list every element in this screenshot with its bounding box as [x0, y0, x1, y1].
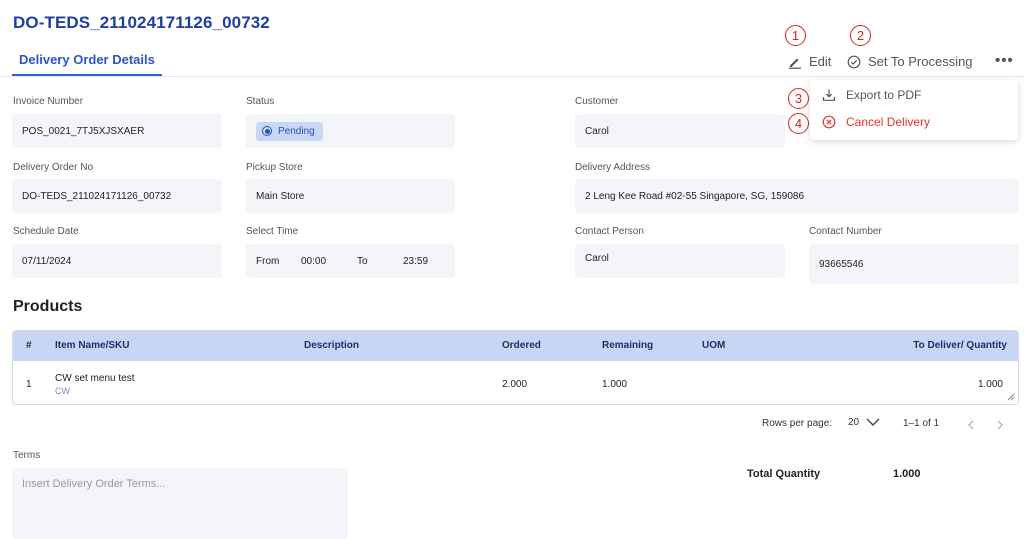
invoice-number-field[interactable]: POS_0021_7TJ5XJSXAER	[12, 114, 222, 148]
rows-per-page-label: Rows per page:	[762, 418, 833, 429]
delivery-address-label: Delivery Address	[575, 162, 651, 173]
invoice-number-value: POS_0021_7TJ5XJSXAER	[22, 125, 145, 137]
cancel-delivery-menu-item[interactable]: Cancel Delivery	[822, 115, 930, 129]
annotation-marker-4: 4	[788, 113, 809, 134]
column-header-ordered: Ordered	[502, 340, 541, 351]
terms-placeholder: Insert Delivery Order Terms...	[22, 478, 166, 490]
time-from-label: From	[256, 256, 280, 267]
terms-textarea[interactable]: Insert Delivery Order Terms...	[12, 468, 348, 539]
invoice-number-label: Invoice Number	[13, 96, 84, 107]
header-divider	[0, 76, 1024, 77]
delivery-address-field[interactable]: 2 Leng Kee Road #02-55 Singapore, SG, 15…	[575, 179, 1019, 213]
select-time-field[interactable]: From 00:00 To 23:59	[246, 244, 455, 278]
status-radio-icon	[262, 126, 272, 136]
contact-person-value: Carol	[585, 253, 609, 264]
total-quantity-value: 1.000	[893, 468, 921, 480]
to-deliver-quantity-input[interactable]: 1.000	[978, 379, 1003, 390]
annotation-marker-3: 3	[788, 88, 809, 109]
total-quantity-label: Total Quantity	[747, 468, 821, 480]
schedule-date-field[interactable]: 07/11/2024	[12, 244, 222, 278]
cancel-circle-icon	[822, 115, 836, 129]
contact-number-value: 93665546	[819, 258, 864, 270]
chevron-down-icon	[866, 418, 880, 426]
status-badge: Pending	[256, 121, 323, 141]
contact-person-label: Contact Person	[575, 226, 644, 237]
column-header-description: Description	[304, 340, 360, 351]
page-title: DO-TEDS_211024171126_00732	[13, 13, 270, 32]
column-header-item-name: Item Name/SKU	[55, 340, 130, 351]
row-item-sku: CW	[55, 386, 70, 396]
edit-label: Edit	[809, 54, 832, 69]
row-index: 1	[26, 379, 32, 390]
check-circle-icon	[847, 55, 861, 68]
rows-per-page-value: 20	[848, 416, 860, 428]
set-to-processing-button[interactable]: Set To Processing	[847, 54, 973, 69]
column-header-to-deliver: To Deliver/ Quantity	[913, 340, 1007, 351]
chevron-right-icon[interactable]	[996, 420, 1004, 430]
schedule-date-value: 07/11/2024	[22, 255, 72, 267]
rows-per-page-select[interactable]: 20	[848, 416, 881, 428]
set-to-processing-label: Set To Processing	[868, 54, 973, 69]
terms-label: Terms	[13, 450, 41, 461]
pickup-store-value: Main Store	[256, 190, 305, 202]
row-remaining: 1.000	[602, 379, 628, 390]
schedule-date-label: Schedule Date	[13, 226, 79, 237]
contact-person-field[interactable]: Carol	[575, 244, 785, 278]
row-ordered: 2.000	[502, 379, 528, 390]
column-header-uom: UOM	[702, 340, 726, 351]
delivery-order-no-field[interactable]: DO-TEDS_211024171126_00732	[12, 179, 222, 213]
annotation-marker-1: 1	[785, 25, 806, 46]
export-to-pdf-label: Export to PDF	[846, 88, 922, 102]
delivery-address-value: 2 Leng Kee Road #02-55 Singapore, SG, 15…	[585, 190, 805, 202]
resize-handle-icon[interactable]	[1007, 393, 1015, 401]
products-heading: Products	[13, 298, 83, 315]
customer-label: Customer	[575, 96, 619, 107]
time-from-value[interactable]: 00:00	[301, 256, 326, 267]
customer-field[interactable]: Carol	[575, 114, 785, 148]
status-field: Pending	[246, 114, 455, 148]
export-to-pdf-menu-item[interactable]: Export to PDF	[822, 88, 921, 102]
cancel-delivery-label: Cancel Delivery	[846, 115, 931, 129]
column-header-index: #	[26, 340, 32, 351]
products-table-header: # Item Name/SKU Description Ordered Rema…	[13, 331, 1018, 361]
row-item-name: CW set menu test	[55, 373, 135, 384]
customer-value: Carol	[585, 125, 609, 137]
time-to-label: To	[357, 256, 368, 267]
pagination-range: 1–1 of 1	[903, 418, 940, 429]
status-value: Pending	[278, 125, 315, 137]
more-options-icon[interactable]: •••	[995, 52, 1014, 69]
contact-number-field[interactable]: 93665546	[809, 244, 1019, 284]
more-options-menu: Export to PDF Cancel Delivery	[810, 80, 1018, 140]
pickup-store-label: Pickup Store	[246, 162, 303, 173]
status-label: Status	[246, 96, 275, 107]
contact-number-label: Contact Number	[809, 226, 882, 237]
delivery-order-no-value: DO-TEDS_211024171126_00732	[22, 190, 172, 202]
select-time-label: Select Time	[246, 226, 299, 237]
download-icon	[822, 89, 836, 101]
time-to-value[interactable]: 23:59	[403, 256, 428, 267]
chevron-left-icon[interactable]	[967, 420, 975, 430]
edit-button[interactable]: Edit	[788, 54, 831, 69]
tab-delivery-order-details[interactable]: Delivery Order Details	[19, 52, 155, 67]
pickup-store-field[interactable]: Main Store	[246, 179, 455, 213]
annotation-marker-2: 2	[850, 25, 871, 46]
products-table: # Item Name/SKU Description Ordered Rema…	[12, 330, 1019, 405]
delivery-order-no-label: Delivery Order No	[13, 162, 94, 173]
column-header-remaining: Remaining	[602, 340, 654, 351]
pencil-icon	[789, 58, 801, 69]
